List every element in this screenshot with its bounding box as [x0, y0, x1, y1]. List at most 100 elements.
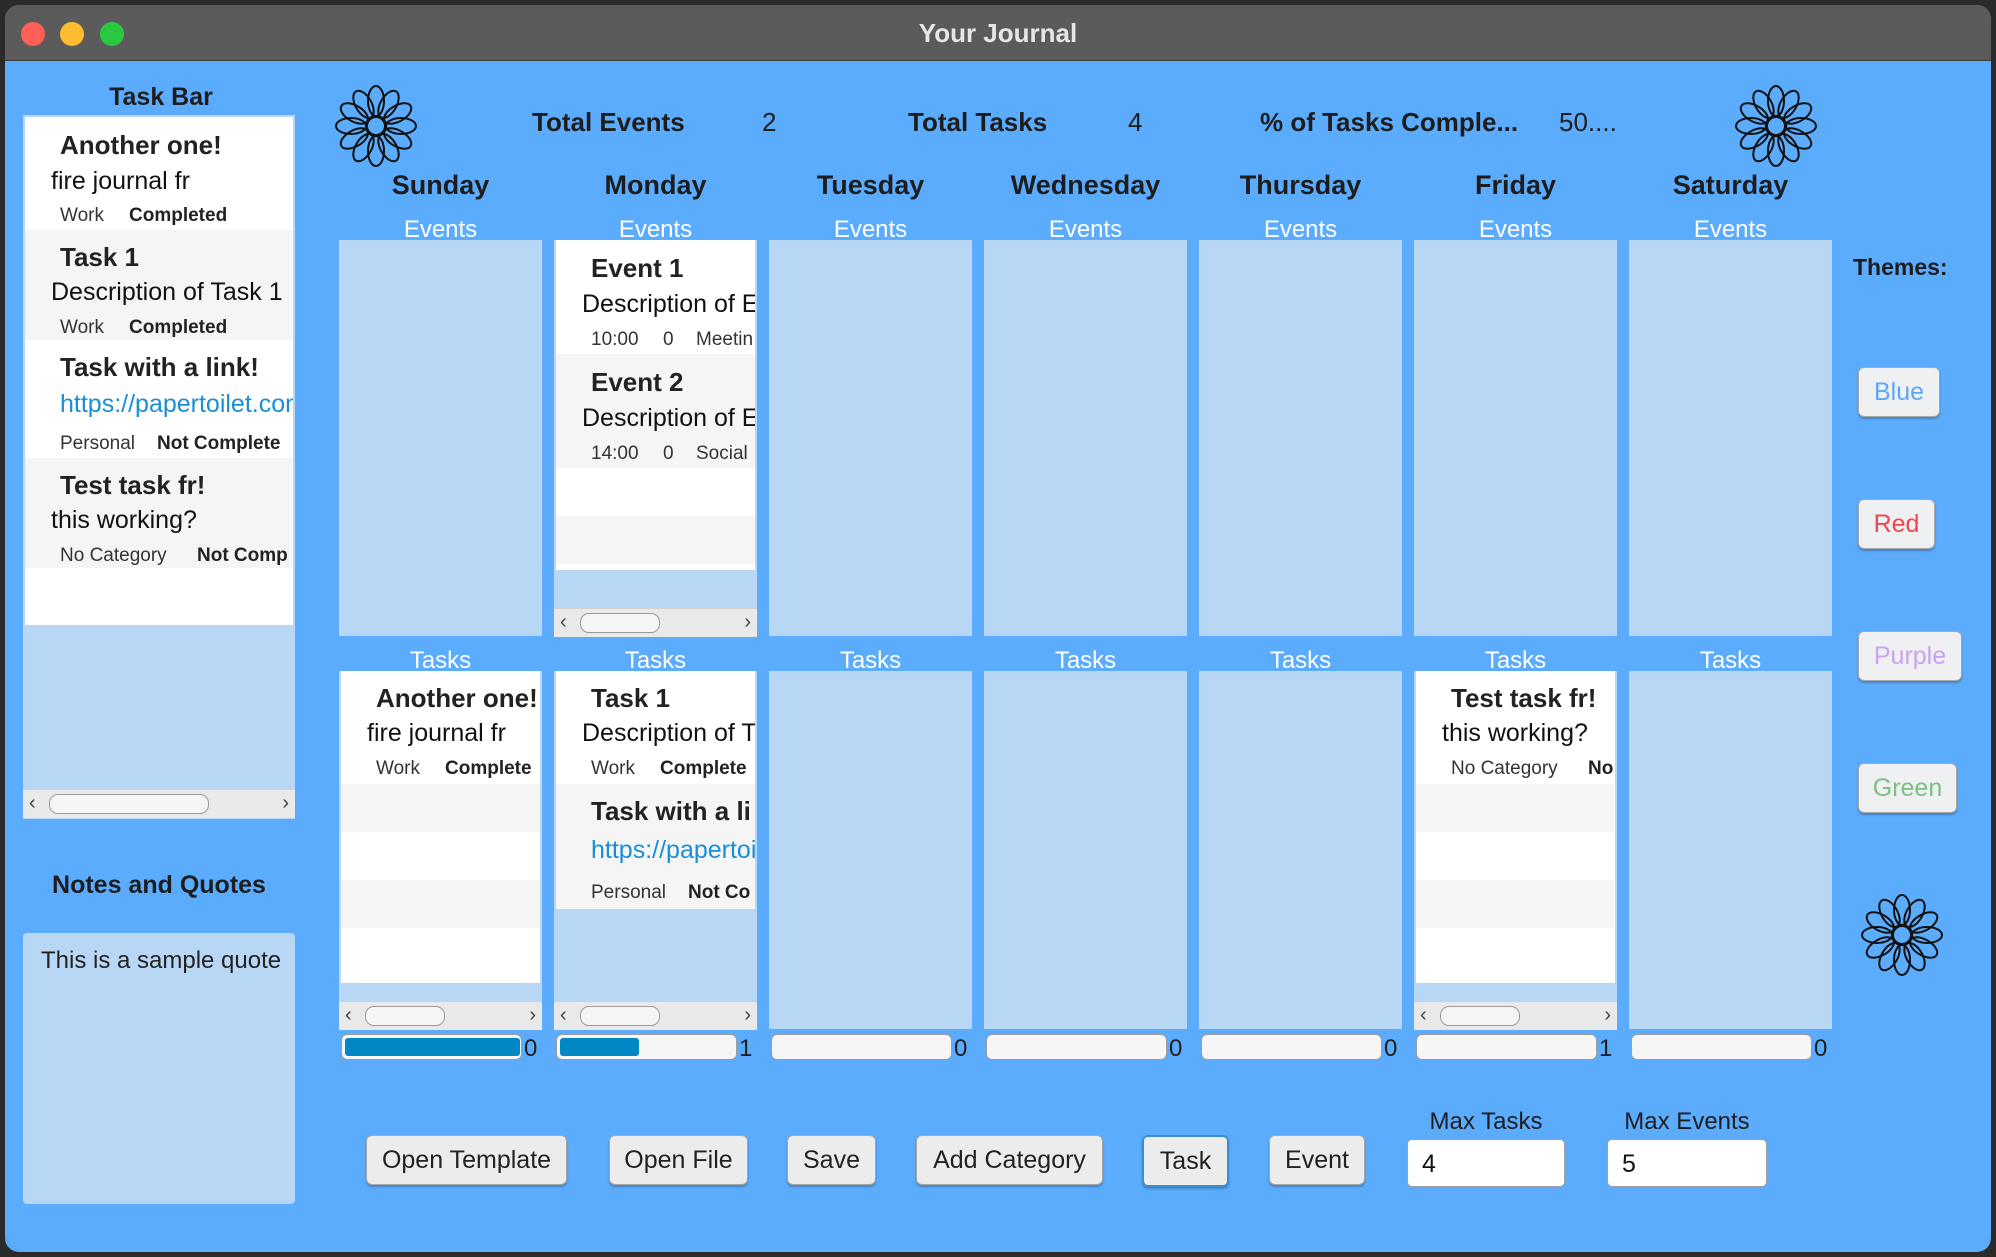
scroll-left-icon[interactable]: ‹	[29, 792, 36, 815]
task-category: Work	[60, 317, 104, 338]
event-title: Event 2	[591, 367, 684, 397]
task-card[interactable]: Test task fr! this working? No Category No	[1416, 671, 1615, 784]
taskbar-scrollbar[interactable]: ‹ ›	[23, 789, 295, 818]
task-description: this working?	[51, 506, 197, 534]
theme-purple-button[interactable]: Purple	[1858, 631, 1962, 681]
event-time: 10:00	[591, 329, 639, 350]
tasks-scrollbar[interactable]: ‹ ›	[1414, 1001, 1617, 1030]
app-window: Your Journal Task Bar Another one! fire …	[5, 5, 1991, 1252]
day-header-friday: Friday	[1474, 170, 1557, 200]
tasks-completed-label: % of Tasks Comple...	[1260, 107, 1519, 137]
task-title: Task with a li	[591, 796, 751, 826]
task-link[interactable]: https://papertoi	[591, 836, 755, 865]
total-tasks-value: 4	[1128, 107, 1143, 137]
task-status: No	[1588, 758, 1614, 779]
tasks-panel[interactable]: Test task fr! this working? No Category No ‹…	[1414, 671, 1617, 1030]
scroll-thumb[interactable]	[49, 794, 209, 814]
event-title: Event 1	[591, 253, 684, 283]
events-scrollbar[interactable]: ‹ ›	[554, 608, 757, 637]
save-button[interactable]: Save	[787, 1135, 876, 1185]
tasks-panel[interactable]	[769, 671, 972, 1029]
day-header-tuesday: Tuesday	[816, 170, 925, 200]
task-category: Work	[60, 205, 104, 226]
event-description: Description of Ev	[582, 404, 755, 432]
max-events-field[interactable]: 5	[1607, 1139, 1767, 1187]
events-panel[interactable]	[339, 240, 542, 636]
task-title: Another one!	[60, 130, 222, 160]
task-progress-bar	[556, 1034, 737, 1060]
task-description: fire journal fr	[51, 167, 190, 195]
empty-row	[556, 468, 755, 516]
day-header-sunday: Sunday	[391, 170, 490, 200]
task-status: Not Co	[688, 882, 751, 903]
task-button[interactable]: Task	[1142, 1135, 1229, 1187]
scroll-right-icon[interactable]: ›	[744, 1004, 751, 1027]
tasks-panel[interactable]: Task 1 Description of Ta Work Complete Task …	[554, 671, 757, 1030]
notes-textarea[interactable]: This is a sample quote	[23, 933, 295, 1204]
event-card[interactable]: Event 2 Description of Ev 14:00 0 Social	[556, 354, 755, 468]
task-status: Completed	[129, 317, 228, 338]
list-item[interactable]: Task 1 Description of Task 1 Work Comple…	[25, 230, 293, 340]
task-title: Task 1	[591, 683, 671, 713]
tasks-scrollbar[interactable]: ‹ ›	[554, 1001, 757, 1030]
empty-row	[1416, 784, 1615, 832]
flower-icon	[335, 85, 417, 167]
scroll-thumb[interactable]	[1440, 1006, 1520, 1026]
list-item[interactable]: Another one! fire journal fr Work Comple…	[25, 117, 293, 230]
task-card[interactable]: Another one! fire journal fr Work Complete	[341, 671, 540, 784]
scroll-thumb[interactable]	[365, 1006, 445, 1026]
task-status: Not Complete	[157, 433, 281, 454]
scroll-left-icon[interactable]: ‹	[560, 611, 567, 634]
tasks-list: Task 1 Description of Ta Work Complete Task …	[556, 671, 755, 909]
task-link[interactable]: https://papertoilet.com	[60, 390, 293, 419]
total-tasks-label: Total Tasks	[908, 107, 1048, 137]
scroll-right-icon[interactable]: ›	[1604, 1004, 1611, 1027]
day-header-saturday: Saturday	[1672, 170, 1789, 200]
theme-red-button[interactable]: Red	[1858, 499, 1935, 549]
tasks-panel[interactable]: Another one! fire journal fr Work Complete ‹…	[339, 671, 542, 1030]
task-card[interactable]: Task 1 Description of Ta Work Complete	[556, 671, 755, 784]
events-panel[interactable]	[1414, 240, 1617, 636]
theme-blue-button[interactable]: Blue	[1858, 367, 1940, 417]
tasks-panel[interactable]	[1629, 671, 1832, 1029]
taskbar-list[interactable]: Another one! fire journal fr Work Comple…	[23, 115, 295, 819]
scroll-thumb[interactable]	[580, 613, 660, 633]
events-panel[interactable]	[769, 240, 972, 636]
scroll-thumb[interactable]	[580, 1006, 660, 1026]
task-progress-count: 0	[1384, 1035, 1398, 1062]
scroll-right-icon[interactable]: ›	[744, 611, 751, 634]
event-card[interactable]: Event 1 Description of Ev 10:00 0 Meetin	[556, 240, 755, 354]
open-template-button[interactable]: Open Template	[366, 1135, 567, 1185]
max-events-label: Max Events	[1624, 1108, 1750, 1135]
list-item[interactable]: Test task fr! this working? No Category …	[25, 458, 293, 568]
events-list: Event 1 Description of Ev 10:00 0 Meetin Even…	[556, 240, 755, 570]
task-category: No Category	[1451, 758, 1558, 779]
task-progress-count: 0	[1814, 1035, 1828, 1062]
tasks-list: Test task fr! this working? No Category No	[1416, 671, 1615, 983]
scroll-left-icon[interactable]: ‹	[1420, 1004, 1427, 1027]
add-category-button[interactable]: Add Category	[916, 1135, 1103, 1185]
list-item[interactable]: Task with a link! https://papertoilet.co…	[25, 340, 293, 458]
scroll-right-icon[interactable]: ›	[282, 792, 289, 815]
tasks-scrollbar[interactable]: ‹ ›	[339, 1001, 542, 1030]
theme-green-button[interactable]: Green	[1858, 763, 1957, 813]
tasks-panel[interactable]	[984, 671, 1187, 1029]
task-card[interactable]: Task with a li https://papertoi Personal No…	[556, 784, 755, 909]
max-tasks-field[interactable]: 4	[1407, 1139, 1565, 1187]
scroll-right-icon[interactable]: ›	[529, 1004, 536, 1027]
events-panel[interactable]	[1199, 240, 1402, 636]
scroll-left-icon[interactable]: ‹	[560, 1004, 567, 1027]
open-file-button[interactable]: Open File	[609, 1135, 748, 1185]
empty-row	[1416, 832, 1615, 880]
task-progress-bar	[986, 1034, 1167, 1060]
events-panel[interactable]: Event 1 Description of Ev 10:00 0 Meetin Even…	[554, 240, 757, 637]
tasks-panel[interactable]	[1199, 671, 1402, 1029]
events-panel[interactable]	[1629, 240, 1832, 636]
events-panel[interactable]	[984, 240, 1187, 636]
themes-label: Themes:	[1853, 254, 1948, 280]
total-events-value: 2	[762, 107, 777, 137]
task-category: Work	[376, 758, 420, 779]
event-button[interactable]: Event	[1269, 1135, 1365, 1185]
scroll-left-icon[interactable]: ‹	[345, 1004, 352, 1027]
task-progress-count: 1	[739, 1035, 753, 1062]
